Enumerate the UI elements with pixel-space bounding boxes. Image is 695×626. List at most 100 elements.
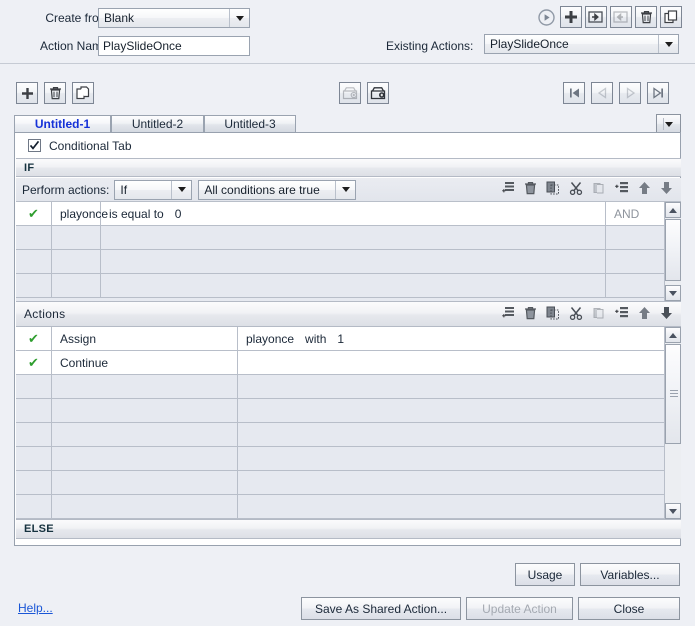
save-as-shared-action-button[interactable]: Save As Shared Action... (301, 597, 461, 620)
cell-empty (101, 274, 606, 297)
copy-tab-icon[interactable] (72, 82, 94, 104)
table-row[interactable]: ✔ playonce is equal to 0 AND (16, 202, 681, 226)
add-row-icon[interactable] (500, 181, 515, 198)
table-row-empty[interactable] (16, 399, 681, 423)
table-row-empty[interactable] (16, 495, 681, 519)
table-row[interactable]: ✔ Assign playonce with 1 (16, 327, 681, 351)
table-row[interactable]: ✔ Continue (16, 351, 681, 375)
conditions-scrollbar[interactable] (664, 202, 681, 301)
create-from-select[interactable]: Blank (98, 8, 250, 28)
condition-expression[interactable]: is equal to 0 (101, 202, 606, 225)
scrollbar-thumb[interactable] (665, 219, 681, 281)
copy-icon[interactable] (546, 306, 560, 323)
usage-button[interactable]: Usage (515, 563, 575, 586)
cell-empty (101, 250, 606, 273)
chevron-down-icon[interactable] (335, 180, 355, 199)
action-parameters[interactable] (238, 351, 681, 374)
tab-untitled-3[interactable]: Untitled-3 (204, 115, 296, 133)
duplicate-icon[interactable] (660, 6, 682, 28)
variables-button[interactable]: Variables... (580, 563, 680, 586)
export-icon[interactable] (610, 6, 632, 28)
action-name-input[interactable]: PlaySlideOnce (98, 36, 250, 56)
insert-row-icon[interactable] (614, 306, 629, 323)
move-up-icon[interactable] (638, 306, 651, 323)
cell-empty (52, 375, 238, 398)
move-down-icon[interactable] (660, 181, 673, 198)
row-enabled-placeholder (16, 375, 52, 398)
perform-mode-select[interactable]: If (114, 179, 193, 200)
tab-label: Untitled-3 (224, 117, 276, 131)
row-enabled-placeholder (16, 399, 52, 422)
conditional-tab-checkbox[interactable] (28, 139, 41, 152)
update-action-button[interactable]: Update Action (466, 597, 573, 620)
chevron-down-icon[interactable] (229, 9, 249, 27)
tab-untitled-2[interactable]: Untitled-2 (111, 115, 204, 133)
action-target: playonce (246, 331, 295, 346)
table-row-empty[interactable] (16, 250, 681, 274)
conditional-tab-row[interactable]: Conditional Tab (15, 133, 680, 158)
cut-icon[interactable] (569, 181, 583, 198)
close-button[interactable]: Close (578, 597, 680, 620)
tab-untitled-1[interactable]: Untitled-1 (14, 115, 111, 133)
delete-row-icon[interactable] (524, 306, 537, 323)
help-link[interactable]: Help... (18, 601, 53, 615)
row-enabled-placeholder (16, 423, 52, 446)
actions-grid[interactable]: ✔ Assign playonce with 1 ✔ Continue (16, 327, 681, 519)
action-name[interactable]: Assign (52, 327, 238, 350)
previous-icon[interactable] (591, 82, 613, 104)
row-enabled-placeholder (16, 495, 52, 518)
cell-empty (238, 399, 681, 422)
add-row-icon[interactable] (500, 306, 515, 323)
table-row-empty[interactable] (16, 274, 681, 298)
scroll-down-icon[interactable] (665, 503, 681, 519)
tab-label: Untitled-2 (131, 117, 184, 131)
scroll-up-icon[interactable] (665, 327, 681, 343)
paste-icon[interactable] (592, 181, 605, 198)
cell-empty (52, 423, 238, 446)
scroll-down-icon[interactable] (665, 285, 681, 301)
divider (0, 63, 695, 64)
add-tab-icon[interactable] (16, 82, 38, 104)
import-icon[interactable] (585, 6, 607, 28)
delete-tab-icon[interactable] (44, 82, 66, 104)
conditions-grid[interactable]: ✔ playonce is equal to 0 AND (16, 202, 681, 301)
action-name[interactable]: Continue (52, 351, 238, 374)
table-row-empty[interactable] (16, 226, 681, 250)
table-row-empty[interactable] (16, 447, 681, 471)
chevron-down-icon[interactable] (171, 180, 191, 199)
action-toolbar (535, 6, 682, 28)
table-row-empty[interactable] (16, 375, 681, 399)
table-row-empty[interactable] (16, 471, 681, 495)
chevron-down-icon[interactable] (658, 35, 678, 53)
cell-empty (238, 375, 681, 398)
row-enabled-icon[interactable]: ✔ (16, 351, 52, 374)
add-icon[interactable] (560, 6, 582, 28)
actions-scrollbar[interactable] (664, 327, 681, 519)
insert-row-icon[interactable] (614, 181, 629, 198)
move-up-icon[interactable] (638, 181, 651, 198)
next-icon[interactable] (619, 82, 641, 104)
import-tab-icon[interactable] (339, 82, 361, 104)
first-icon[interactable] (563, 82, 585, 104)
row-enabled-icon[interactable]: ✔ (16, 327, 52, 350)
row-enabled-placeholder (16, 447, 52, 470)
tab-menu-icon[interactable] (656, 114, 681, 134)
copy-icon[interactable] (546, 181, 560, 198)
perform-condition-select[interactable]: All conditions are true (198, 179, 357, 200)
table-row-empty[interactable] (16, 423, 681, 447)
scrollbar-thumb[interactable] (665, 344, 681, 444)
delete-icon[interactable] (635, 6, 657, 28)
move-down-icon[interactable] (660, 306, 673, 323)
play-icon[interactable] (535, 6, 557, 28)
delete-row-icon[interactable] (524, 181, 537, 198)
action-parameters[interactable]: playonce with 1 (238, 327, 681, 350)
cut-icon[interactable] (569, 306, 583, 323)
last-icon[interactable] (647, 82, 669, 104)
existing-actions-select[interactable]: PlaySlideOnce (484, 34, 679, 54)
export-tab-icon[interactable] (367, 82, 389, 104)
paste-icon[interactable] (592, 306, 605, 323)
scroll-up-icon[interactable] (665, 202, 681, 218)
cell-empty (52, 399, 238, 422)
condition-variable[interactable]: playonce (52, 202, 108, 225)
row-enabled-icon[interactable]: ✔ (16, 202, 52, 225)
